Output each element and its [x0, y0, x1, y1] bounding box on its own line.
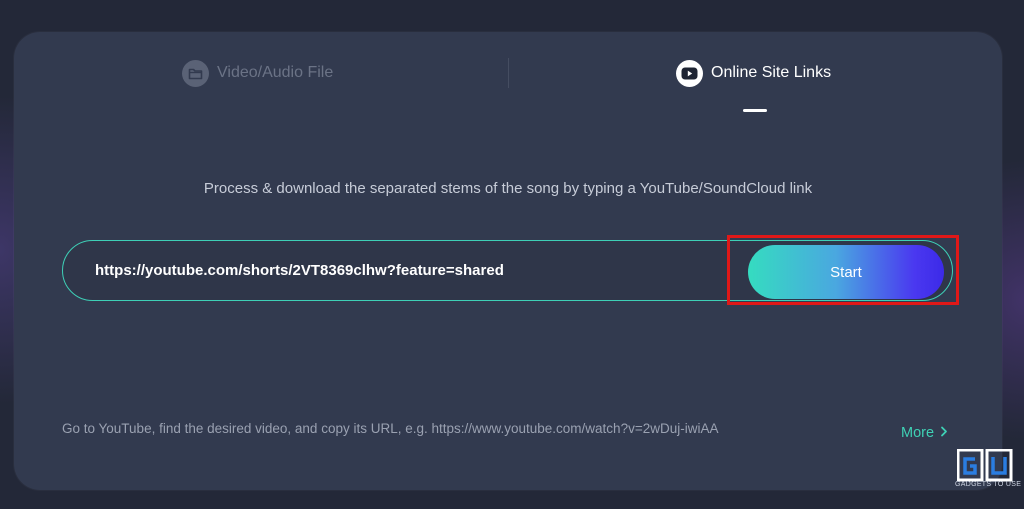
instructions-text: Process & download the separated stems o… — [203, 180, 813, 197]
tab-label: Video/Audio File — [217, 64, 334, 81]
more-link[interactable]: More — [901, 425, 948, 441]
tab-divider — [508, 58, 509, 88]
folder-icon — [182, 59, 209, 87]
tab-video-audio-file[interactable]: Video/Audio File — [182, 58, 333, 88]
hint-text: Go to YouTube, find the desired video, a… — [62, 421, 719, 436]
tab-online-site-links[interactable]: Online Site Links — [676, 58, 831, 88]
chevron-right-icon — [940, 425, 948, 441]
watermark-caption: GADGETS TO USE — [955, 481, 1022, 488]
start-button[interactable]: Start — [748, 245, 944, 299]
tab-label: Online Site Links — [711, 64, 832, 81]
more-label: More — [901, 425, 935, 441]
youtube-play-icon — [676, 59, 703, 87]
url-input[interactable] — [95, 241, 715, 299]
active-tab-indicator — [743, 109, 767, 112]
